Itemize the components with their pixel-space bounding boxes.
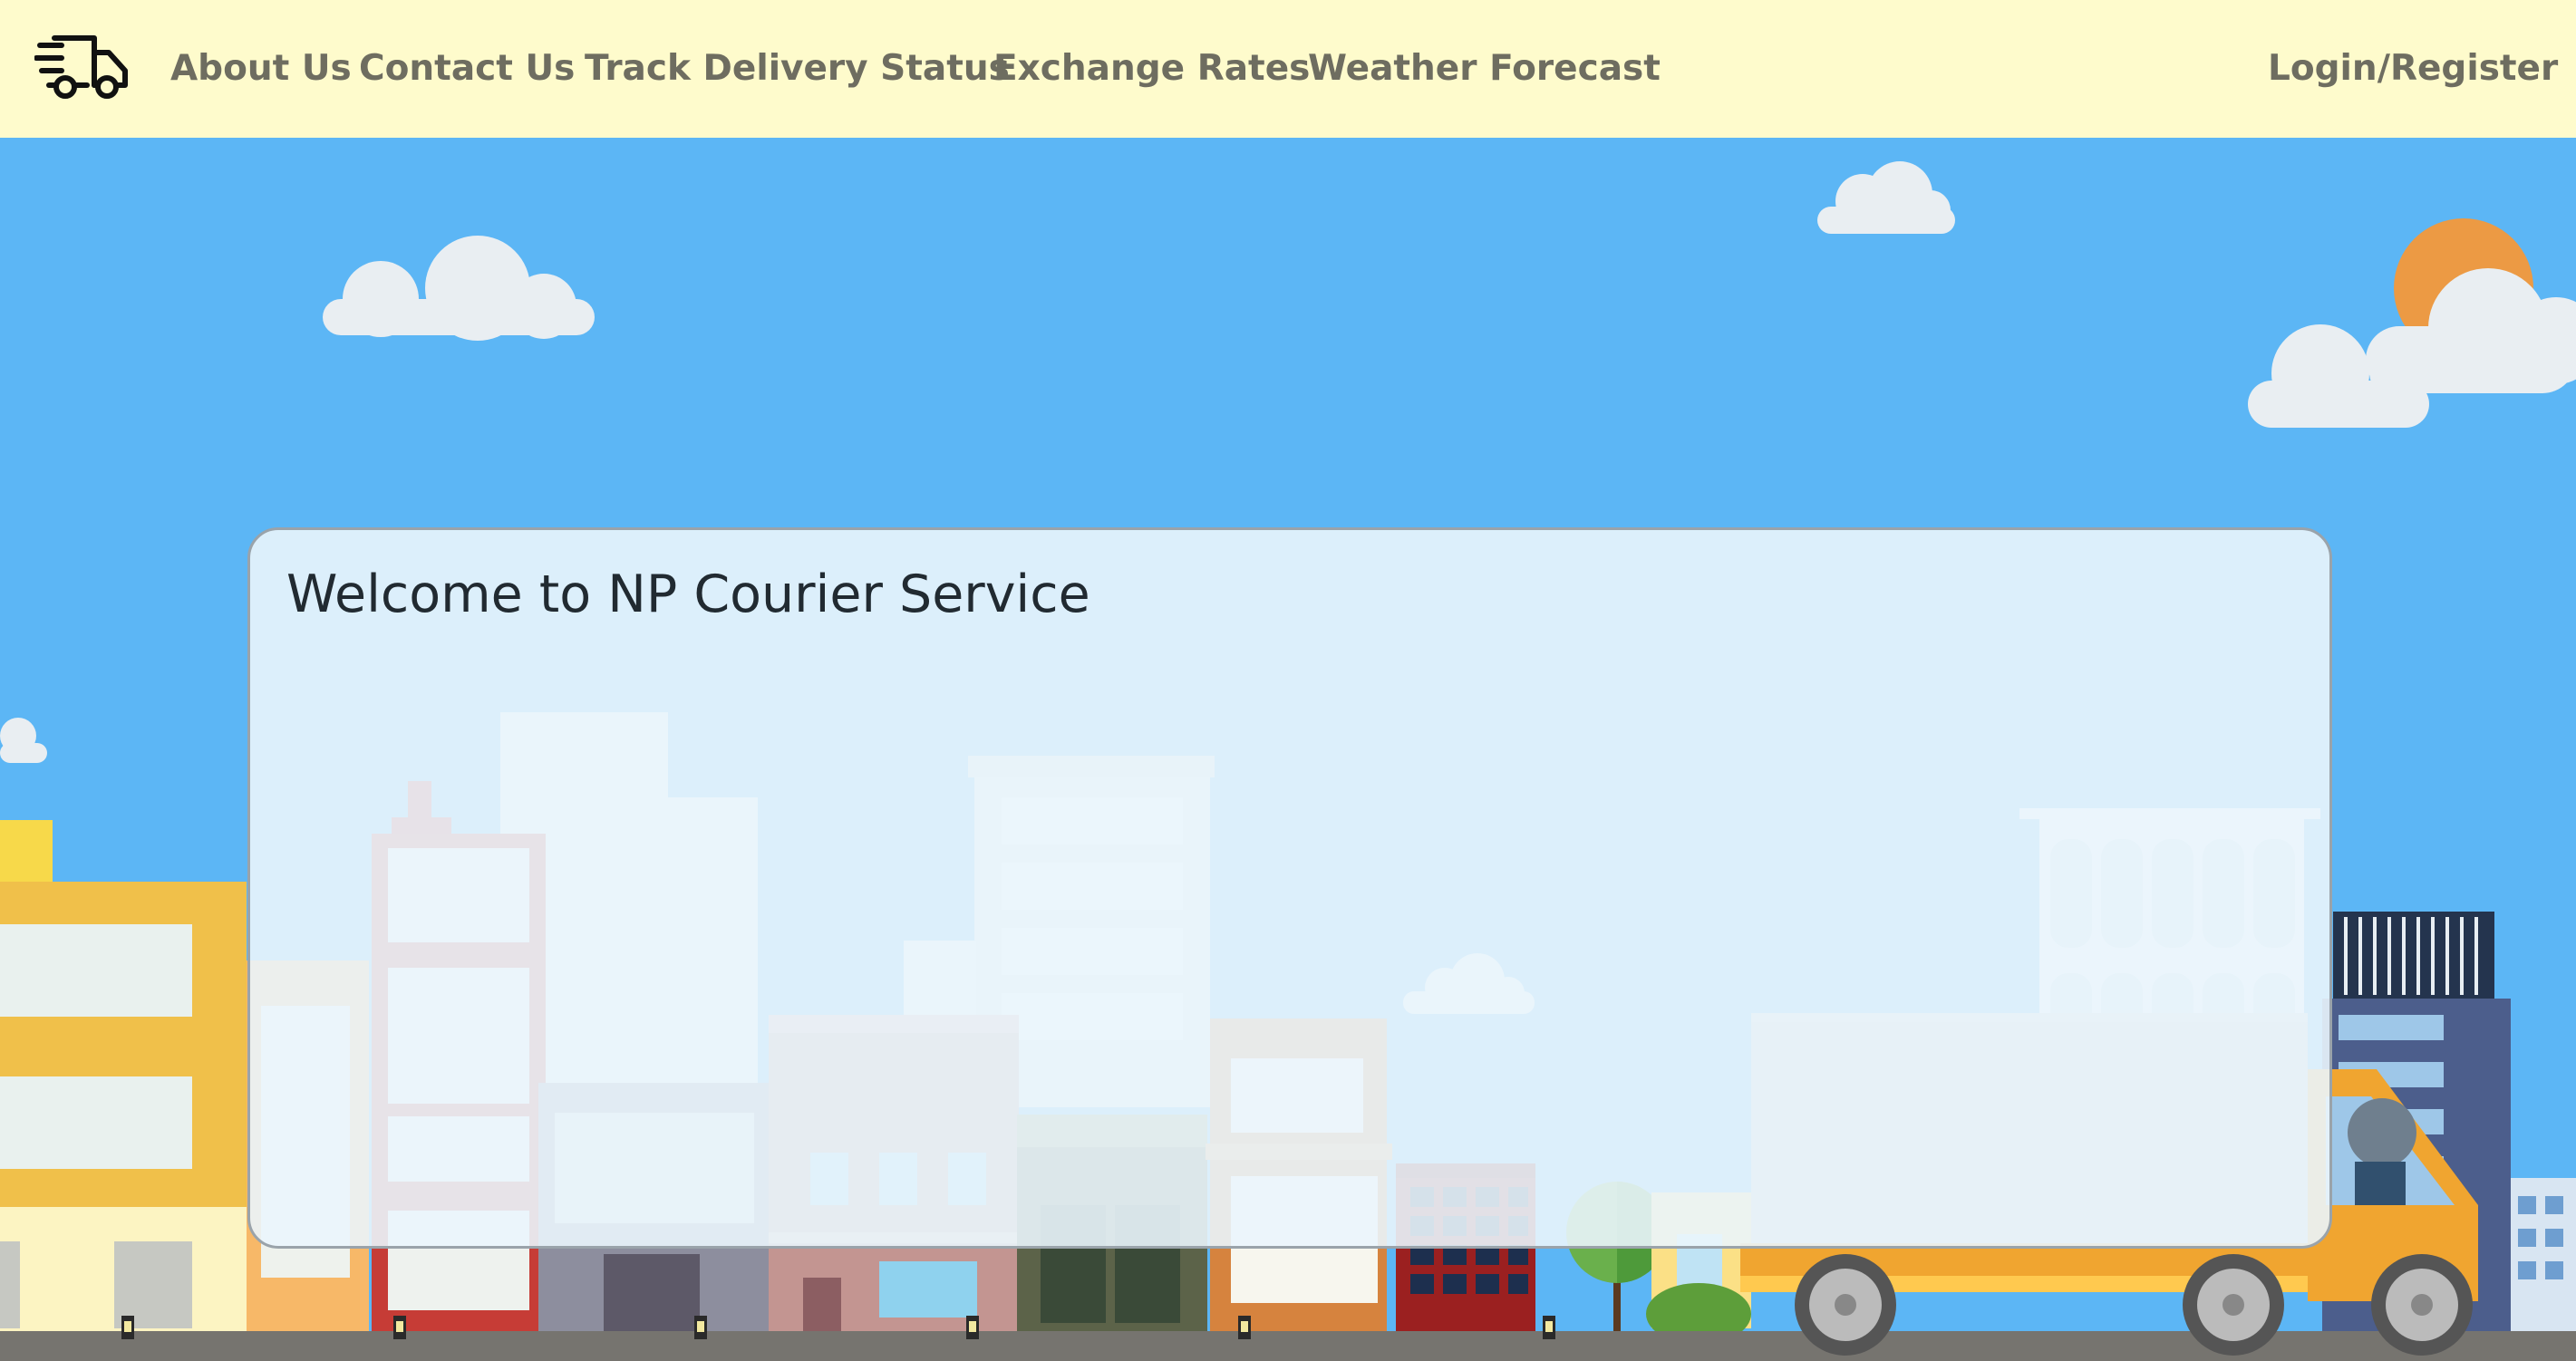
- cloud-icon: [0, 718, 47, 763]
- delivery-truck-icon[interactable]: [34, 33, 131, 103]
- nav-link-track-delivery-status[interactable]: Track Delivery Status: [585, 43, 1010, 94]
- welcome-title: Welcome to NP Courier Service: [286, 565, 1090, 624]
- nav-link-exchange-rates[interactable]: Exchange Rates: [993, 43, 1310, 94]
- welcome-card: Welcome to NP Courier Service: [247, 527, 2332, 1249]
- nav-link-contact-us[interactable]: Contact Us: [359, 43, 575, 94]
- nav-link-weather-forecast[interactable]: Weather Forecast: [1308, 43, 1661, 94]
- login-register-link[interactable]: Login/Register: [2268, 43, 2558, 94]
- cloud-icon: [1817, 161, 1955, 234]
- navbar: About Us Contact Us Track Delivery Statu…: [0, 0, 2576, 138]
- cloud-icon: [323, 236, 595, 341]
- nav-link-about-us[interactable]: About Us: [170, 43, 352, 94]
- hero-section: Welcome to NP Courier Service: [0, 138, 2576, 1361]
